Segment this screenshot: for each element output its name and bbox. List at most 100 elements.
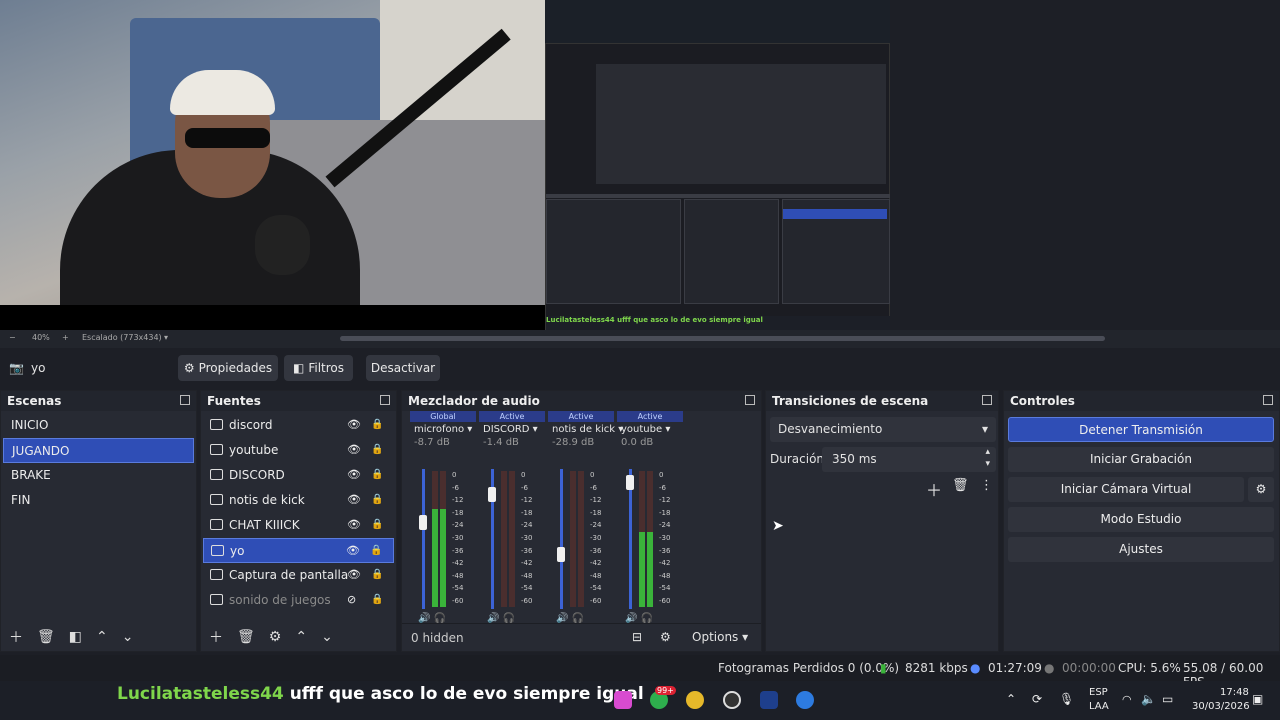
lock-icon[interactable]: 🔒 [371, 494, 383, 506]
volume-fader[interactable] [419, 469, 427, 609]
scene-item[interactable]: INICIO [3, 413, 194, 438]
move-down-icon[interactable]: ⌄ [321, 629, 333, 645]
chrome-icon[interactable] [686, 691, 704, 709]
stepper-icon[interactable]: ▴ ▾ [985, 446, 990, 470]
duration-label: Duración [770, 452, 825, 466]
visibility-icon[interactable]: 👁 [346, 545, 360, 556]
controls-header: Controles [1004, 391, 1279, 411]
layout-icon[interactable]: ⊟ [632, 630, 642, 644]
deactivate-button[interactable]: Desactivar [366, 355, 440, 381]
add-icon[interactable]: ＋ [9, 627, 23, 647]
preview-canvas[interactable]: ─ ❐ ✕ Lucilatasteless44 ufff que asco lo… [0, 0, 1280, 330]
trash-icon[interactable]: 🗑 [952, 478, 969, 493]
lock-icon[interactable]: 🔒 [371, 519, 383, 531]
popout-icon[interactable] [982, 395, 992, 405]
scene-item[interactable]: FIN [3, 488, 194, 513]
move-down-icon[interactable]: ⌄ [122, 629, 134, 645]
clock-date[interactable]: 30/03/2026 [1192, 701, 1250, 712]
studio-mode-button[interactable]: Modo Estudio [1008, 507, 1274, 532]
trash-icon[interactable]: 🗑 [237, 629, 255, 645]
duration-spinbox[interactable]: 350 ms ▴ ▾ [822, 447, 996, 472]
lock-icon[interactable]: 🔒 [371, 419, 383, 431]
clock-time[interactable]: 17:48 [1220, 687, 1249, 698]
scale-dropdown-icon[interactable]: ▾ [164, 333, 168, 342]
obs-icon[interactable] [723, 691, 741, 709]
source-item[interactable]: CHAT KIIICK 👁 🔒 [203, 513, 394, 538]
visibility-icon[interactable]: ⊘ [347, 594, 361, 605]
add-transition-icon[interactable]: ＋ [926, 477, 942, 501]
filters-button[interactable]: ◧ Filtros [284, 355, 353, 381]
channel-name[interactable]: notis de kick ▾ [548, 424, 623, 435]
battery-icon[interactable]: ▭ [1162, 692, 1173, 706]
visibility-icon[interactable]: 👁 [347, 469, 361, 480]
notification-icon[interactable]: ▣ [1252, 692, 1263, 706]
keyboard-layout[interactable]: LAA [1089, 701, 1109, 712]
transition-select[interactable]: Desvanecimiento ▾ [770, 417, 996, 442]
move-up-icon[interactable]: ⌃ [295, 629, 307, 645]
lock-icon[interactable]: 🔒 [371, 569, 383, 581]
volume-fader[interactable] [626, 469, 634, 609]
popout-icon[interactable] [180, 395, 190, 405]
sources-dock: Fuentes discord 👁 🔒 youtube 👁 🔒 DISCORD 👁 🔒 notis… [200, 390, 397, 652]
filter-icon[interactable]: ◧ [69, 629, 82, 645]
trash-icon[interactable]: 🗑 [37, 629, 55, 645]
advanced-audio-icon[interactable]: ⚙ [660, 630, 671, 644]
fader-handle[interactable] [488, 486, 496, 502]
stop-stream-button[interactable]: Detener Transmisión [1008, 417, 1274, 442]
gear-icon[interactable]: ⚙ [269, 629, 282, 645]
preview-scrollbar[interactable] [340, 336, 1105, 341]
lock-icon[interactable]: 🔒 [371, 594, 383, 606]
volume-fader[interactable] [557, 469, 565, 609]
source-item[interactable]: yo 👁 🔒 [203, 538, 394, 563]
source-item[interactable]: youtube 👁 🔒 [203, 438, 394, 463]
app-icon[interactable] [796, 691, 814, 709]
sync-icon[interactable]: ⟳ [1032, 692, 1042, 706]
copilot-icon[interactable] [614, 691, 632, 709]
channel-name[interactable]: youtube ▾ [617, 424, 683, 435]
popout-icon[interactable] [380, 395, 390, 405]
volume-icon[interactable]: 🔈 [1141, 692, 1156, 706]
volume-fader[interactable] [488, 469, 496, 609]
visibility-icon[interactable]: 👁 [347, 569, 361, 580]
channel-name[interactable]: DISCORD ▾ [479, 424, 545, 435]
lock-icon[interactable]: 🔒 [370, 545, 382, 557]
virtual-camera-settings-icon[interactable]: ⚙ [1248, 477, 1274, 502]
chevron-up-icon[interactable]: ⌃ [1006, 692, 1016, 706]
gear-icon: ⚙ [183, 361, 195, 375]
audio-mixer-dock: Mezclador de audio Global microfono ▾ -8.7… [401, 390, 762, 652]
microphone-icon[interactable]: 🎙 [1059, 692, 1074, 706]
settings-button[interactable]: Ajustes [1008, 537, 1274, 562]
vscode-icon[interactable] [760, 691, 778, 709]
source-item[interactable]: DISCORD 👁 🔒 [203, 463, 394, 488]
visibility-icon[interactable]: 👁 [347, 519, 361, 530]
visibility-icon[interactable]: 👁 [347, 444, 361, 455]
popout-icon[interactable] [1263, 395, 1273, 405]
move-up-icon[interactable]: ⌃ [96, 629, 108, 645]
scene-item[interactable]: JUGANDO [3, 438, 194, 463]
wifi-icon[interactable]: ◠ [1122, 693, 1132, 706]
add-icon[interactable]: ＋ [209, 627, 223, 647]
language-code[interactable]: ESP [1089, 687, 1108, 698]
visibility-icon[interactable]: 👁 [347, 419, 361, 430]
visibility-icon[interactable]: 👁 [347, 494, 361, 505]
channel-name[interactable]: microfono ▾ [410, 424, 476, 435]
audio-capture-icon [210, 469, 223, 480]
lock-icon[interactable]: 🔒 [371, 444, 383, 456]
fader-handle[interactable] [419, 515, 427, 531]
zoom-out-icon[interactable]: − [9, 333, 16, 342]
source-item[interactable]: discord 👁 🔒 [203, 413, 394, 438]
source-item[interactable]: Captura de pantalla 👁 🔒 [203, 563, 394, 588]
lock-icon[interactable]: 🔒 [371, 469, 383, 481]
zoom-in-icon[interactable]: + [62, 333, 69, 342]
fader-handle[interactable] [626, 475, 634, 491]
scene-item[interactable]: BRAKE [3, 463, 194, 488]
popout-icon[interactable] [745, 395, 755, 405]
more-options-icon[interactable]: ⋮ [980, 478, 993, 493]
start-virtual-camera-button[interactable]: Iniciar Cámara Virtual [1008, 477, 1244, 502]
start-recording-button[interactable]: Iniciar Grabación [1008, 447, 1274, 472]
properties-button[interactable]: ⚙ Propiedades [178, 355, 278, 381]
source-item[interactable]: notis de kick 👁 🔒 [203, 488, 394, 513]
fader-handle[interactable] [557, 546, 565, 562]
source-item[interactable]: sonido de juegos ⊘ 🔒 [203, 588, 394, 613]
options-button[interactable]: Options ▾ [692, 630, 748, 644]
